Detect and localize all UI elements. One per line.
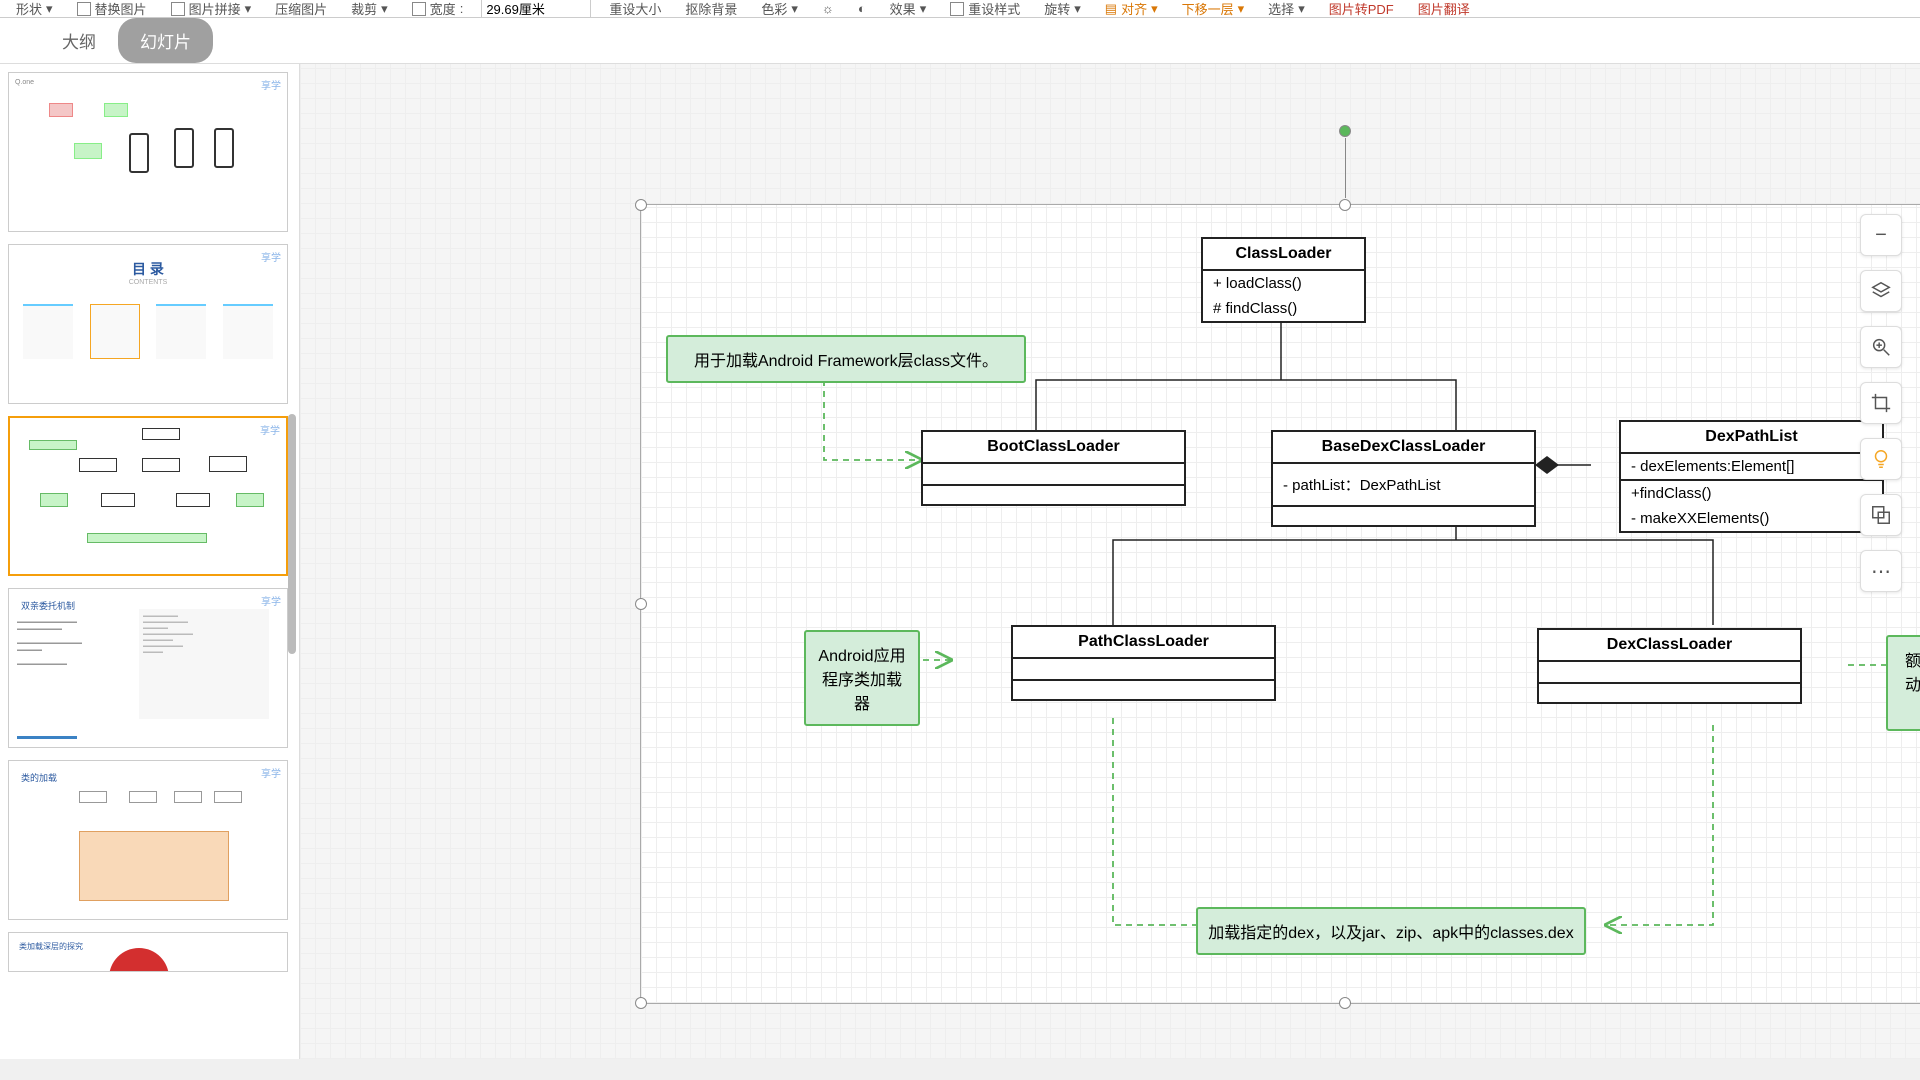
layers-button[interactable] — [1860, 270, 1902, 312]
handle-bm[interactable] — [1339, 997, 1351, 1009]
canvas[interactable]: ClassLoader + loadClass() # findClass() … — [300, 64, 1920, 1059]
more-button[interactable]: ⋯ — [1860, 550, 1902, 592]
tab-outline[interactable]: 大纲 — [40, 18, 118, 63]
rotation-handle[interactable] — [1339, 125, 1351, 137]
slide-thumb-4[interactable]: 享学 双亲委托机制 ▬▬▬▬▬▬▬▬▬▬▬▬▬▬▬▬▬▬▬▬▬▬▬▬▬▬▬▬▬▬… — [8, 588, 288, 748]
toolbar-effect[interactable]: 效果 ▾ — [884, 0, 933, 19]
sidebar-scrollbar[interactable] — [287, 64, 297, 1059]
toolbar-reset-style[interactable]: 重设样式 — [944, 0, 1026, 19]
toolbar-compress[interactable]: 压缩图片 — [269, 0, 333, 19]
toolbar-translate[interactable]: 图片翻译 — [1412, 0, 1476, 19]
toolbar-image-splice[interactable]: 图片拼接 ▾ — [165, 0, 258, 19]
watermark-icon: 享学 — [261, 77, 281, 92]
uml-boot[interactable]: BootClassLoader — [921, 430, 1186, 506]
idea-button[interactable] — [1860, 438, 1902, 480]
toolbar-align[interactable]: ▤ 对齐 ▾ — [1099, 0, 1164, 19]
main-area: Q.one 享学 享学 目 录 CONTENTS 享学 — [0, 64, 1920, 1059]
slide-thumb-5[interactable]: 享学 类的加载 — [8, 760, 288, 920]
uml-pathcl[interactable]: PathClassLoader — [1011, 625, 1276, 701]
handle-tl[interactable] — [635, 199, 647, 211]
handle-bl[interactable] — [635, 997, 647, 1009]
toolbar-select[interactable]: 选择 ▾ — [1262, 0, 1311, 19]
uml-dexpath[interactable]: DexPathList - dexElements:Element[] +fin… — [1619, 420, 1884, 533]
toolbar-width-label: 宽度: — [406, 0, 470, 19]
watermark-icon: 享学 — [261, 249, 281, 264]
slide-thumb-1[interactable]: Q.one 享学 — [8, 72, 288, 232]
watermark-icon: 享学 — [261, 593, 281, 608]
slide-content[interactable]: ClassLoader + loadClass() # findClass() … — [640, 204, 1920, 1004]
right-toolbar: − ⋯ — [1860, 214, 1902, 592]
toolbar-brightness-icon[interactable]: ☼ — [816, 0, 840, 17]
handle-ml[interactable] — [635, 598, 647, 610]
top-toolbar: 形状 ▾ 替换图片 图片拼接 ▾ 压缩图片 裁剪 ▾ 宽度: 重设大小 抠除背景… — [0, 0, 1920, 18]
toolbar-replace-image[interactable]: 替换图片 — [71, 0, 153, 19]
note-bottom[interactable]: 加载指定的dex，以及jar、zip、apk中的classes.dex — [1196, 907, 1586, 955]
toolbar-to-pdf[interactable]: 图片转PDF — [1323, 0, 1400, 19]
toolbar-color[interactable]: 色彩 ▾ — [755, 0, 804, 19]
toolbar-rotate[interactable]: 旋转 ▾ — [1038, 0, 1087, 19]
toolbar-remove-bg[interactable]: 抠除背景 — [679, 0, 743, 19]
toolbar-width-input[interactable] — [481, 0, 591, 18]
slide-panel: Q.one 享学 享学 目 录 CONTENTS 享学 — [0, 64, 300, 1059]
toolbar-reset-size[interactable]: 重设大小 — [603, 0, 667, 19]
tab-slides[interactable]: 幻灯片 — [118, 18, 213, 63]
crop-button[interactable] — [1860, 382, 1902, 424]
note-framework[interactable]: 用于加载Android Framework层class文件。 — [666, 335, 1026, 383]
connectors — [641, 205, 1920, 1003]
note-extra[interactable]: 额外提供的动态类加载器 — [1886, 635, 1920, 731]
uml-classloader[interactable]: ClassLoader + loadClass() # findClass() — [1201, 237, 1366, 323]
toolbar-shape[interactable]: 形状 ▾ — [10, 0, 59, 19]
replace-button[interactable] — [1860, 494, 1902, 536]
slide-thumb-6[interactable]: 类加载深层的探究 — [8, 932, 288, 972]
toolbar-contrast-icon[interactable]: ◐ — [852, 0, 872, 17]
slide-thumb-3[interactable]: 享学 — [8, 416, 288, 576]
watermark-icon: 享学 — [261, 765, 281, 780]
slide-thumb-2[interactable]: 享学 目 录 CONTENTS — [8, 244, 288, 404]
watermark-icon: 享学 — [260, 422, 280, 437]
zoom-button[interactable] — [1860, 326, 1902, 368]
uml-dexcl[interactable]: DexClassLoader — [1537, 628, 1802, 704]
view-tabs: 大纲 幻灯片 — [0, 18, 1920, 64]
toolbar-crop[interactable]: 裁剪 ▾ — [345, 0, 394, 19]
note-app[interactable]: Android应用程序类加载器 — [804, 630, 920, 726]
toolbar-send-back[interactable]: 下移一层 ▾ — [1176, 0, 1251, 19]
uml-basedex[interactable]: BaseDexClassLoader - pathList：DexPathLis… — [1271, 430, 1536, 527]
handle-tm[interactable] — [1339, 199, 1351, 211]
zoom-out-button[interactable]: − — [1860, 214, 1902, 256]
